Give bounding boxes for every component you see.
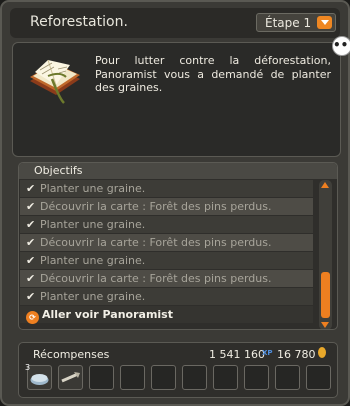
scroll-up-icon[interactable] — [321, 182, 329, 188]
reward-quantity: 3 — [25, 363, 31, 372]
kamas-icon — [318, 347, 326, 358]
check-icon: ✔ — [26, 182, 36, 195]
check-icon: ✔ — [26, 200, 36, 213]
objective-item: ✔ Découvrir la carte : Forêt des pins per… — [20, 198, 313, 215]
scroll-thumb[interactable] — [321, 272, 330, 318]
kamas-value: 16 780 — [277, 348, 316, 361]
more-options-button[interactable]: ••• — [332, 36, 350, 56]
reward-slot — [151, 365, 176, 390]
step-select[interactable]: Étape 1 — [256, 13, 336, 32]
chevron-down-icon[interactable] — [317, 16, 332, 29]
reward-slot — [275, 365, 300, 390]
objectives-title: Objectifs — [19, 163, 337, 179]
seed-bag-icon — [30, 374, 49, 385]
quest-window: Reforestation. Étape 1 Pour lutter contr… — [0, 0, 350, 406]
step-label: Étape 1 — [265, 16, 312, 30]
reward-slot — [306, 365, 331, 390]
xp-icon: XP — [262, 349, 273, 357]
objective-item: ✔ Planter une graine. — [20, 216, 313, 233]
objectives-scrollbar[interactable] — [319, 180, 332, 329]
shovel-icon — [61, 372, 80, 383]
reward-slot — [244, 365, 269, 390]
pending-icon: ⟳ — [26, 311, 39, 324]
reward-item-tool[interactable] — [58, 365, 83, 390]
current-objective[interactable]: ⟳ Aller voir Panoramist — [20, 306, 313, 324]
quest-title: Reforestation. — [30, 14, 128, 30]
check-icon: ✔ — [26, 254, 36, 267]
objective-item: ✔ Planter une graine. — [20, 288, 313, 305]
reward-slot — [89, 365, 114, 390]
reward-slot — [182, 365, 207, 390]
quest-header: Reforestation. Étape 1 — [10, 8, 340, 38]
reward-item-seed[interactable]: 3 — [25, 363, 52, 390]
check-icon: ✔ — [26, 272, 36, 285]
check-icon: ✔ — [26, 290, 36, 303]
check-icon: ✔ — [26, 236, 36, 249]
book-icon — [30, 59, 80, 104]
check-icon: ✔ — [26, 218, 36, 231]
reward-slot — [120, 365, 145, 390]
quest-description-text: Pour lutter contre la déforestation, Pan… — [95, 54, 331, 94]
scroll-down-icon[interactable] — [321, 322, 329, 328]
objective-item: ✔ Planter une graine. — [20, 180, 313, 197]
objectives-panel: Objectifs ✔ Planter une graine. ✔ Découvri… — [18, 162, 338, 330]
objective-item: ✔ Planter une graine. — [20, 252, 313, 269]
reward-slot — [213, 365, 238, 390]
rewards-panel: Récompenses 1 541 160 XP 16 780 3 — [18, 342, 338, 398]
objective-item: ✔ Découvrir la carte : Forêt des pins per… — [20, 270, 313, 287]
quest-description-panel: Pour lutter contre la déforestation, Pan… — [12, 42, 341, 157]
objective-item: ✔ Découvrir la carte : Forêt des pins per… — [20, 234, 313, 251]
rewards-title: Récompenses — [33, 348, 110, 361]
xp-value: 1 541 160 — [209, 348, 265, 361]
